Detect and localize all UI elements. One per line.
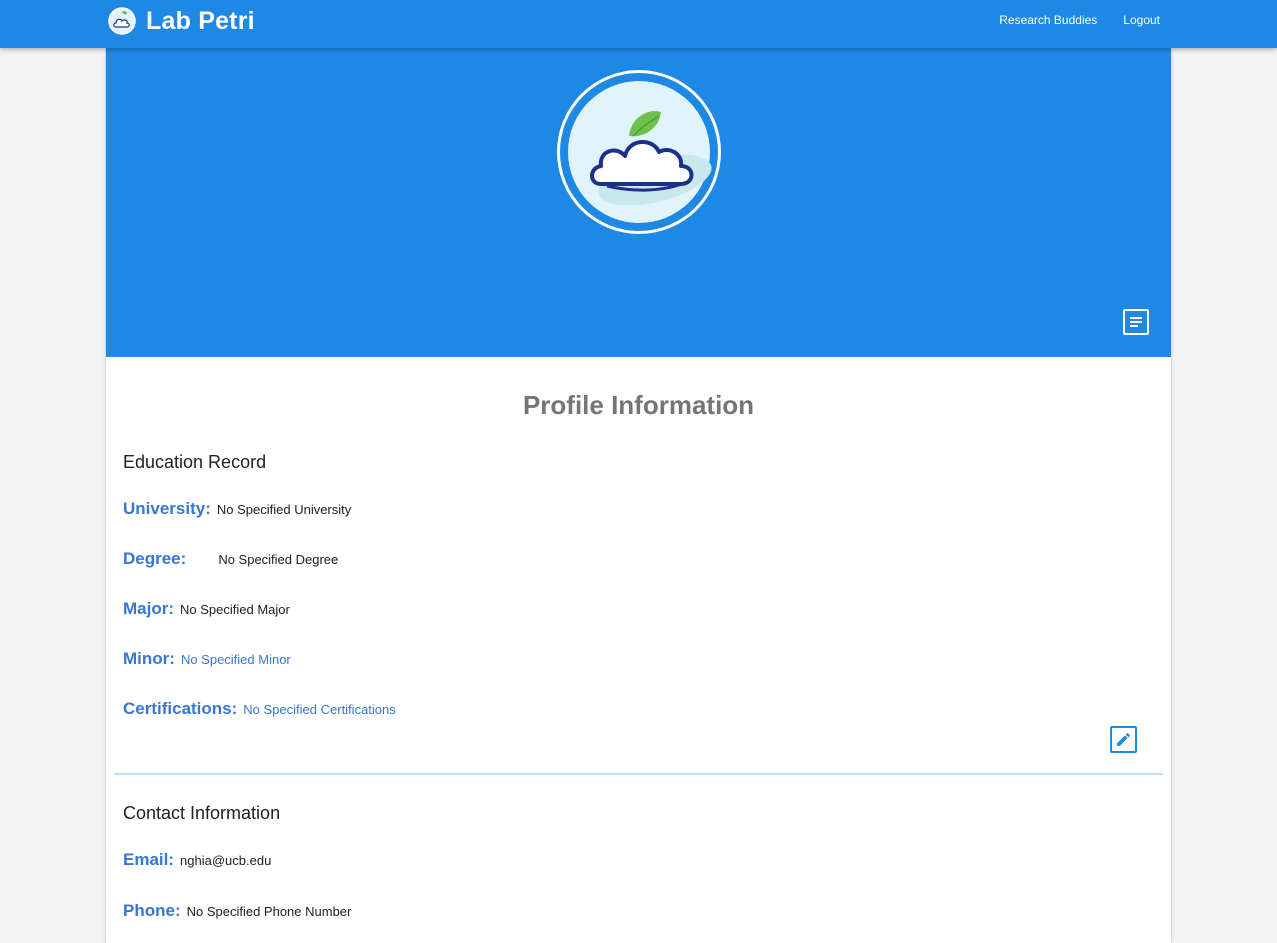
major-value: No Specified Major <box>180 602 290 617</box>
minor-field: Minor: No Specified Minor <box>123 649 291 669</box>
nav-link-logout[interactable]: Logout <box>1123 13 1160 27</box>
nav-links: Research Buddies Logout <box>973 13 1160 27</box>
notes-icon <box>1130 317 1142 327</box>
certifications-field: Certifications: No Specified Certificati… <box>123 699 396 719</box>
profile-banner <box>106 48 1171 357</box>
app-name: Lab Petri <box>146 6 255 35</box>
phone-value: No Specified Phone Number <box>186 904 352 919</box>
university-field: University: No Specified University <box>123 499 351 519</box>
university-label: University: <box>123 499 211 518</box>
degree-label: Degree: <box>123 549 187 568</box>
edit-education-button[interactable] <box>1110 726 1137 753</box>
certifications-value: No Specified Certifications <box>243 702 396 717</box>
email-label: Email: <box>123 850 175 869</box>
phone-label: Phone: <box>123 901 181 920</box>
degree-value: No Specified Degree <box>218 552 339 567</box>
profile-information-title: Profile Information <box>522 390 755 420</box>
section-divider <box>114 773 1163 775</box>
minor-value: No Specified Minor <box>180 652 291 667</box>
nav-link-research-buddies[interactable]: Research Buddies <box>999 13 1097 27</box>
major-label: Major: <box>123 599 174 618</box>
degree-field: Degree: No Specified Degree <box>123 549 338 569</box>
minor-label: Minor: <box>123 649 175 668</box>
pencil-icon <box>1117 733 1130 746</box>
email-value: nghia@ucb.edu <box>180 853 272 868</box>
brand[interactable]: Lab Petri <box>108 4 255 38</box>
major-field: Major: No Specified Major <box>123 599 290 619</box>
university-value: No Specified University <box>216 502 352 517</box>
phone-field: Phone: No Specified Phone Number <box>123 901 351 921</box>
email-field: Email: nghia@ucb.edu <box>123 850 271 870</box>
profile-card: Profile Information Education Record Uni… <box>106 48 1171 943</box>
notes-button[interactable] <box>1123 309 1149 335</box>
education-record-heading: Education Record <box>123 452 267 472</box>
top-navbar: Lab Petri Research Buddies Logout <box>0 0 1277 48</box>
certifications-label: Certifications: <box>123 699 238 718</box>
contact-information-heading: Contact Information <box>123 803 281 823</box>
logo-icon <box>108 7 136 35</box>
profile-avatar <box>557 70 721 234</box>
